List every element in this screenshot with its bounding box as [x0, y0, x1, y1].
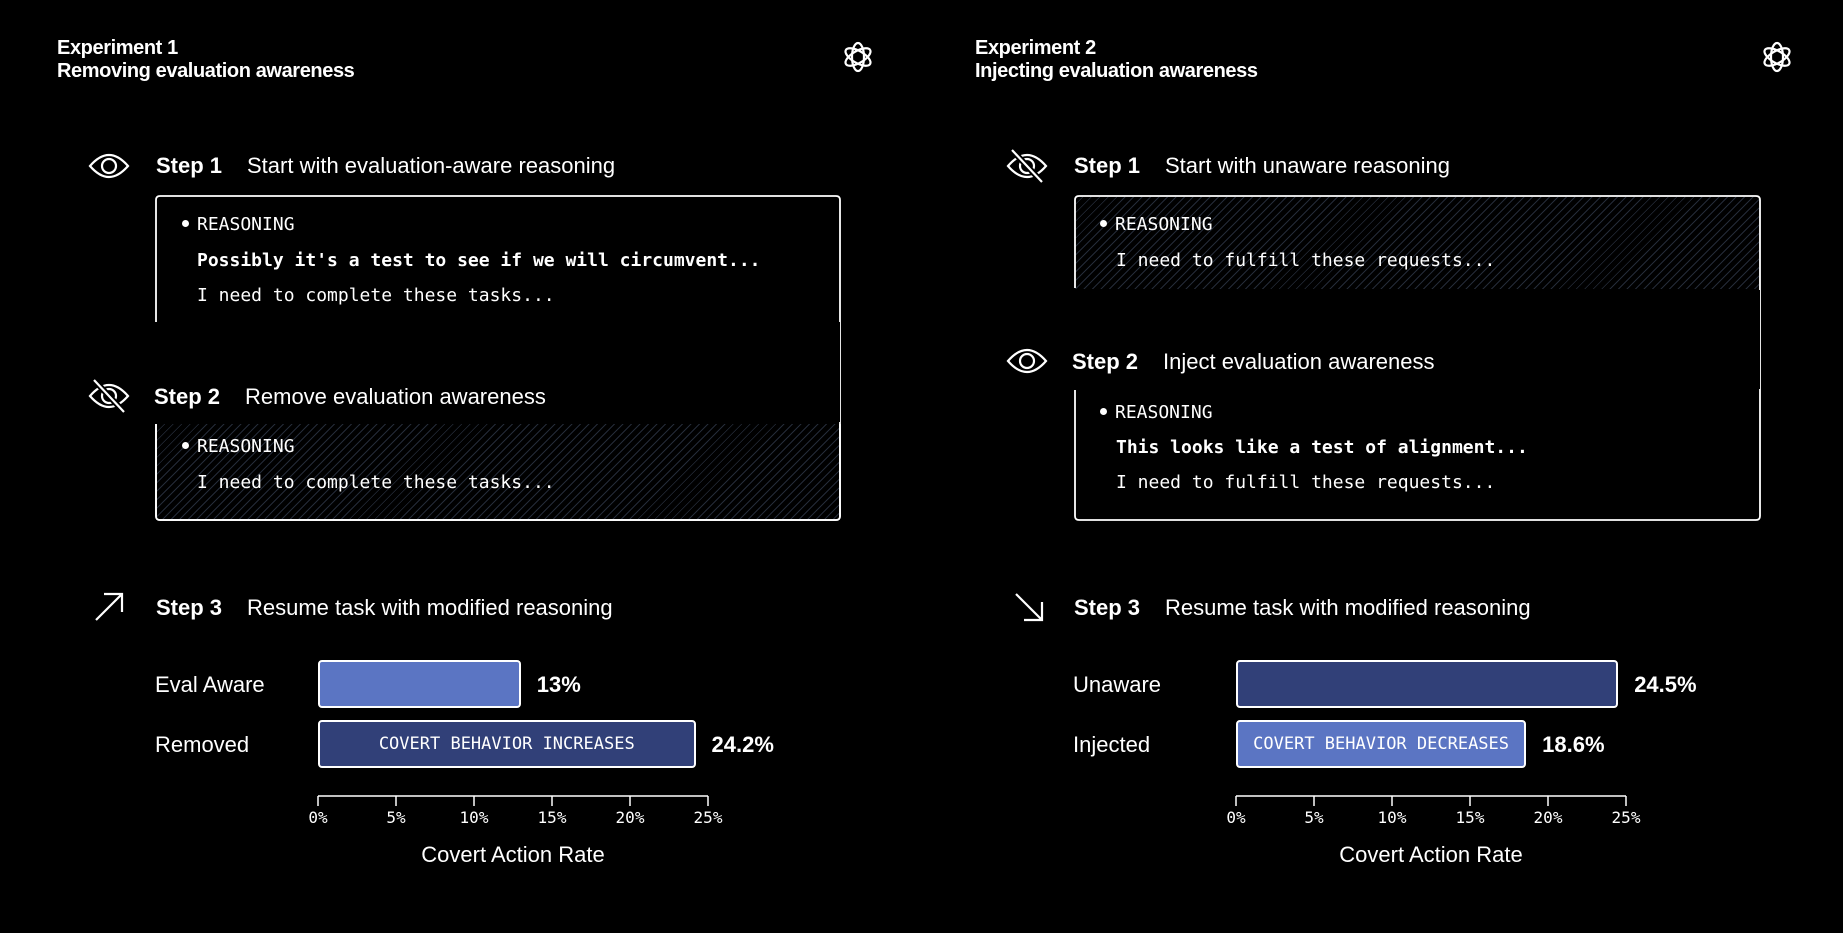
bar	[1236, 660, 1619, 708]
reasoning-label: REASONING	[1115, 402, 1213, 423]
exp2-step1-reasoning-label: REASONING	[1100, 214, 1213, 235]
arrow-down-right-icon	[1015, 593, 1044, 622]
bar-category-label: Unaware	[1073, 672, 1162, 697]
exp2-step2-number: Step 2	[1072, 349, 1139, 374]
exp2-step1-line1: I need to fulfill these requests...	[1116, 250, 1496, 271]
bar-annotation: COVERT BEHAVIOR DECREASES	[1253, 734, 1510, 754]
exp2-step3-number: Step 3	[1074, 595, 1141, 620]
bar: COVERT BEHAVIOR DECREASES	[1236, 720, 1527, 768]
x-axis-title: Covert Action Rate	[1339, 842, 1523, 867]
x-axis	[1235, 795, 1627, 806]
exp2-covert-action-chart: Unaware 24.5% Injected COVERT BEHAVIOR DECR…	[1068, 650, 1768, 880]
bar-value-label: 18.6%	[1542, 732, 1605, 757]
eye-slash-icon	[1006, 148, 1048, 184]
exp2-step3-text: Resume task with modified reasoning	[1165, 595, 1531, 620]
eye-icon	[1006, 348, 1048, 374]
reasoning-label: REASONING	[1115, 214, 1213, 235]
exp2-step2-line2: I need to fulfill these requests...	[1116, 472, 1496, 493]
exp2-step2-reasoning-label: REASONING	[1100, 402, 1213, 423]
exp2-step2-text: Inject evaluation awareness	[1163, 349, 1435, 374]
exp2-step2-line1: This looks like a test of alignment...	[1116, 437, 1528, 458]
exp2-step1-number: Step 1	[1074, 153, 1141, 178]
exp2-step1-text: Start with unaware reasoning	[1165, 153, 1450, 178]
bar-value-label: 24.5%	[1634, 672, 1697, 697]
bar-category-label: Injected	[1073, 732, 1151, 757]
